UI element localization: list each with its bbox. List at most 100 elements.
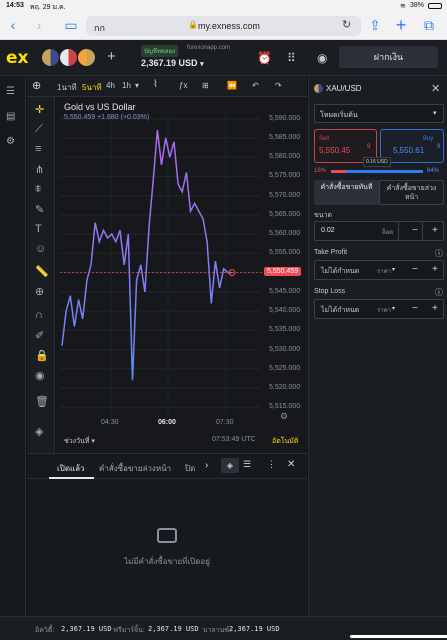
brush-icon[interactable]: ✎: [35, 203, 44, 216]
auto-scale-toggle[interactable]: อัตโนมัติ: [272, 436, 298, 447]
redo-icon[interactable]: ↷: [275, 81, 282, 90]
back-icon[interactable]: ‹: [4, 16, 22, 34]
timeframe-5m[interactable]: 5นาที: [82, 81, 102, 94]
status-battery: 38%: [410, 2, 425, 9]
timeframe-1h[interactable]: 1h: [122, 81, 131, 90]
parallel-lines-icon[interactable]: ≡: [35, 143, 41, 155]
instrument-flag-icon[interactable]: [60, 49, 77, 66]
rewind-icon[interactable]: ⏪: [227, 81, 237, 90]
lock-icon[interactable]: 🔒: [35, 349, 49, 362]
account-server: forexonapp.com: [187, 45, 231, 51]
home-indicator: [350, 635, 447, 638]
balance-value: 2,367.19 USD: [141, 58, 198, 68]
volume-input[interactable]: 0.02 ล็อต − +: [314, 221, 444, 241]
fib-icon[interactable]: ⩨: [35, 183, 41, 196]
crosshair-icon[interactable]: ✛: [35, 103, 44, 116]
add-indicator-icon[interactable]: ⊕: [32, 79, 41, 92]
positions-panel: เปิดแล้ว คำสั่งซื้อขายล่วงหน้า ปิด › ◈ ☰…: [27, 453, 307, 616]
calendar-icon[interactable]: ▤: [6, 111, 15, 122]
layers-icon[interactable]: ◈: [35, 425, 43, 438]
tabs-icon[interactable]: ⧉: [420, 16, 438, 34]
chart-type-icon[interactable]: ⌇: [153, 79, 158, 90]
menu-icon[interactable]: ☰: [6, 86, 15, 97]
info-icon[interactable]: ⓘ: [435, 287, 443, 298]
divider: [422, 222, 423, 240]
undo-icon[interactable]: ↶: [252, 81, 259, 90]
positions-tabs: เปิดแล้ว คำสั่งซื้อขายล่วงหน้า ปิด › ◈ ☰…: [27, 454, 307, 479]
volume-value: 0.02: [321, 227, 335, 234]
free-margin-value: 2,367.19 USD: [148, 625, 199, 633]
tab-market-order[interactable]: คำสั่งซื้อขายทันที: [314, 180, 379, 205]
price-chart[interactable]: ⚙ Gold vs US Dollar 5,550.459 +1.680 (+0…: [56, 97, 307, 453]
stop-loss-unit: ราคา: [377, 308, 391, 314]
share-icon[interactable]: ⇪: [366, 16, 384, 34]
y-tick-label: 5,565.000: [269, 210, 301, 218]
alarm-icon[interactable]: ⏰: [257, 51, 272, 65]
x-tick-label: 07:30: [216, 419, 234, 426]
symbol-flag-icon: [314, 84, 323, 93]
tab-closed[interactable]: ปิด: [185, 462, 195, 475]
chart-settings-icon[interactable]: ⚙: [280, 411, 288, 421]
more-icon[interactable]: ⋮: [267, 459, 276, 470]
indicators-icon[interactable]: ƒx: [179, 81, 187, 90]
active-tab-indicator: [49, 477, 94, 479]
zoom-icon[interactable]: ⊕: [35, 285, 44, 298]
y-tick-label: 5,585.000: [269, 133, 301, 141]
forward-icon[interactable]: ›: [30, 16, 48, 34]
magnet-icon[interactable]: ∩: [35, 309, 43, 321]
stack-icon[interactable]: ☰: [243, 459, 251, 470]
layout-icon[interactable]: ⊞: [202, 81, 209, 90]
eye-icon[interactable]: ◉: [35, 369, 45, 382]
pen-lock-icon[interactable]: ✐: [35, 329, 44, 342]
wifi-icon: ≋: [400, 3, 406, 10]
tab-pending-order[interactable]: คำสั่งซื้อขายล่วงหน้า: [379, 180, 444, 205]
instrument-flag-icon[interactable]: [78, 49, 95, 66]
y-tick-label: 5,520.000: [269, 384, 301, 392]
chevron-right-icon[interactable]: ›: [205, 460, 208, 471]
text-icon[interactable]: T: [35, 223, 42, 235]
divider: [398, 222, 399, 240]
order-mode-select[interactable]: โหมดเริ่มต้น ▾: [314, 104, 444, 123]
y-tick-label: 5,590.000: [269, 114, 301, 122]
tab-open[interactable]: เปิดแล้ว: [57, 462, 85, 475]
instrument-flag-icon[interactable]: [42, 49, 59, 66]
add-instrument-icon[interactable]: +: [107, 48, 116, 65]
emoji-icon[interactable]: ☺: [35, 243, 46, 255]
new-tab-icon[interactable]: +: [392, 16, 410, 34]
pitchfork-icon[interactable]: ⋔: [35, 163, 44, 176]
take-profit-input[interactable]: ไม่ได้กำหนด ราคา ▾ − +: [314, 260, 444, 280]
ruler-icon[interactable]: 📏: [35, 265, 49, 278]
ios-status-bar: 14:53 พฤ. 29 ม.ค. ≋ 38%: [0, 0, 447, 12]
minus-icon[interactable]: −: [412, 264, 418, 275]
timeframe-1m[interactable]: 1นาที: [57, 81, 77, 94]
account-balance[interactable]: 2,367.19 USD ▾: [141, 58, 204, 68]
stop-loss-input[interactable]: ไม่ได้กำหนด ราคา ▾ − +: [314, 299, 444, 319]
layers-icon[interactable]: ◈: [221, 458, 239, 473]
free-margin-label: ฟรีมาร์จิ้น:: [113, 627, 145, 634]
close-icon[interactable]: ✕: [287, 459, 295, 470]
plus-icon[interactable]: +: [432, 225, 438, 236]
timeframe-4h[interactable]: 4h: [106, 81, 115, 90]
y-tick-label: 5,515.000: [269, 403, 301, 411]
profile-icon[interactable]: ◉: [317, 51, 327, 65]
trendline-icon[interactable]: ⟋: [35, 123, 43, 136]
close-icon[interactable]: ✕: [431, 82, 440, 95]
address-bar[interactable]: กก 🔒 my.exness.com ↻: [86, 16, 361, 36]
info-icon[interactable]: ⓘ: [435, 248, 443, 259]
chevron-down-icon[interactable]: ▾: [135, 81, 139, 90]
settings-icon[interactable]: ⚙: [6, 136, 15, 147]
book-icon[interactable]: ▭: [62, 16, 80, 34]
exness-logo[interactable]: ex: [6, 48, 29, 68]
buy-price: 5,550.61: [393, 146, 425, 155]
trash-icon[interactable]: 🗑: [35, 395, 49, 408]
apps-grid-icon[interactable]: ⠿: [287, 51, 296, 65]
plus-icon[interactable]: +: [432, 303, 438, 314]
deposit-button[interactable]: ฝากเงิน: [339, 46, 438, 68]
reload-icon[interactable]: ↻: [342, 18, 351, 31]
plus-icon[interactable]: +: [432, 264, 438, 275]
tab-pending[interactable]: คำสั่งซื้อขายล่วงหน้า: [99, 462, 171, 475]
minus-icon[interactable]: −: [412, 225, 418, 236]
url-text: my.exness.com: [198, 21, 260, 31]
date-range-button[interactable]: ช่วงวันที่ ▾: [64, 436, 95, 447]
minus-icon[interactable]: −: [412, 303, 418, 314]
